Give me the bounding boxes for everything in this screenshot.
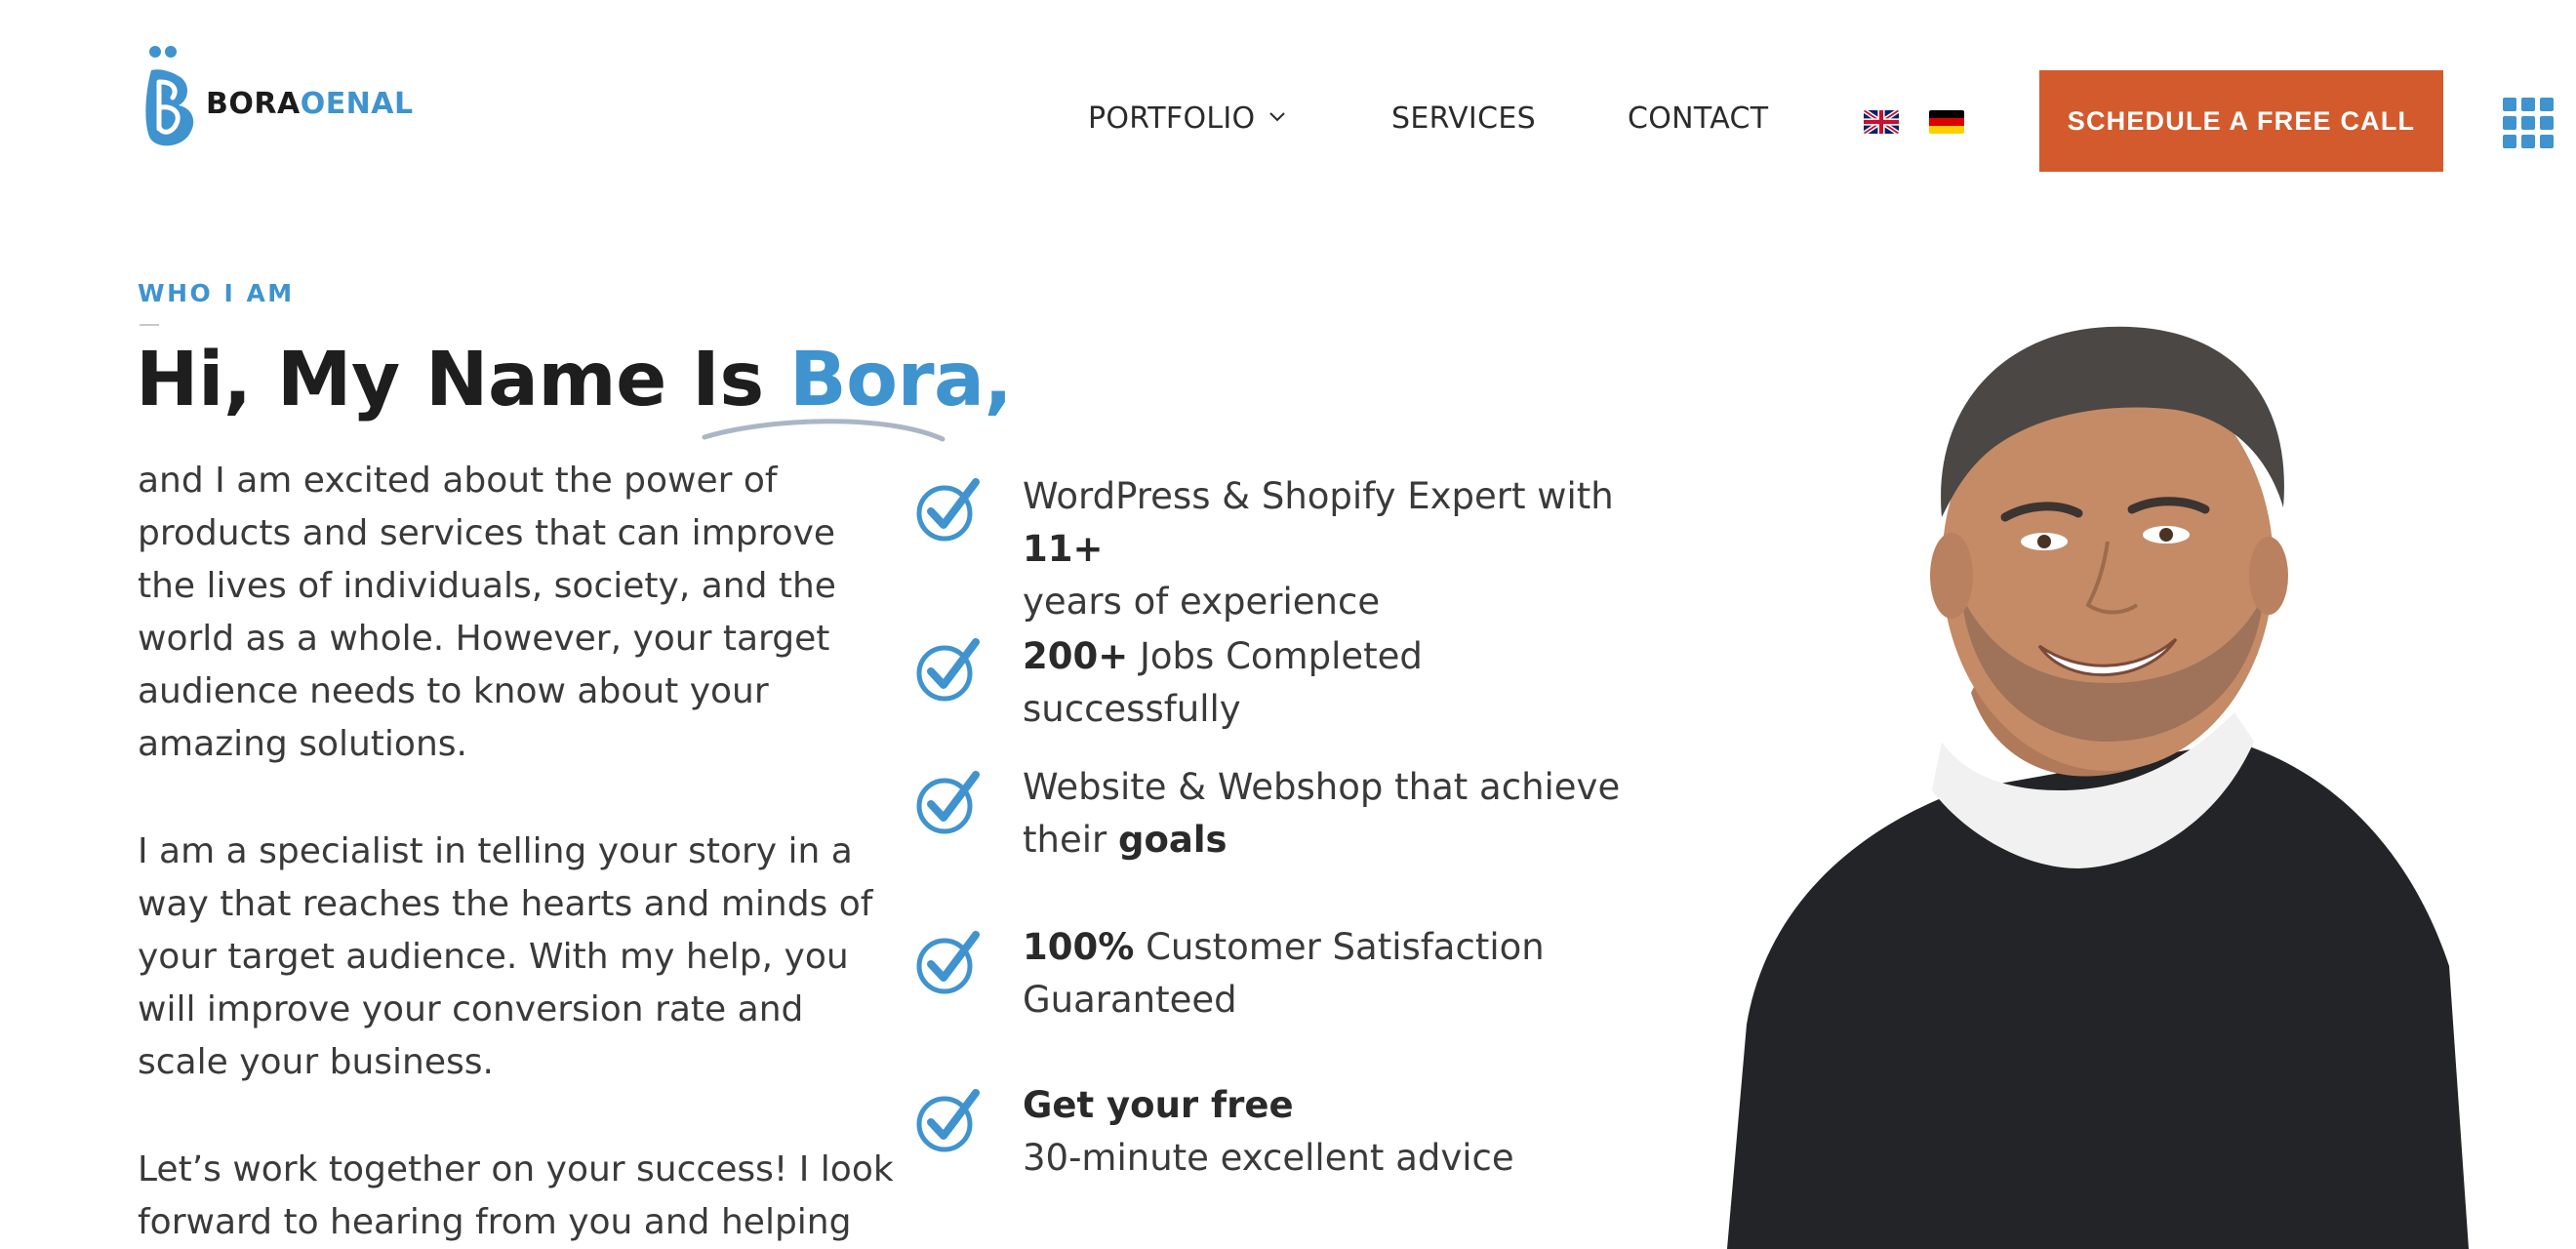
underline-swoosh [702, 419, 946, 442]
de-flag-icon[interactable] [1929, 110, 1964, 134]
profile-photo [1727, 326, 2469, 1249]
site-logo[interactable]: BORAOENAL [141, 43, 414, 150]
checkmark-icon [916, 931, 980, 994]
nav-portfolio[interactable]: PORTFOLIO [1088, 101, 1286, 136]
site-header: BORAOENAL PORTFOLIO SERVICES CONTACT SCH… [0, 0, 2576, 185]
eyebrow-divider [140, 324, 159, 326]
checklist-text: WordPress & Shopify Expert with 11+ year… [1023, 475, 1614, 623]
intro-paragraph-3: Let’s work together on your success! I l… [138, 1149, 894, 1242]
nav-portfolio-label: PORTFOLIO [1088, 101, 1256, 136]
intro-paragraph-2: I am a specialist in telling your story … [138, 831, 873, 1082]
logo-text-part1: BORA [206, 86, 301, 121]
logo-mark-icon [145, 46, 194, 146]
schedule-call-button[interactable]: SCHEDULE A FREE CALL [2039, 70, 2443, 172]
checkmark-icon [916, 771, 980, 834]
checklist-text: Website & Webshop that achieve their goa… [1023, 766, 1621, 861]
checkmark-icon [916, 478, 980, 542]
headline-prefix: Hi, My Name Is [136, 337, 789, 423]
checklist-text: 100% Customer Satisfaction Guaranteed [1023, 926, 1545, 1021]
checkmark-icon [916, 1089, 980, 1152]
nav-contact[interactable]: CONTACT [1628, 101, 1768, 136]
chevron-down-icon [1269, 111, 1286, 121]
uk-flag-icon[interactable] [1864, 110, 1899, 134]
checklist-text: 200+ Jobs Completed successfully [1023, 635, 1423, 730]
checklist-text: Get your free 30-minute excellent advice [1023, 1084, 1514, 1179]
checkmark-icon [916, 638, 980, 702]
nav-services[interactable]: SERVICES [1391, 101, 1536, 136]
section-eyebrow: WHO I AM [138, 279, 295, 307]
grid-menu-icon[interactable] [2503, 98, 2554, 148]
logo-text-part2: OENAL [300, 86, 414, 121]
intro-paragraph-1: and I am excited about the power of prod… [138, 461, 836, 764]
logo-wordmark: BORAOENAL [206, 87, 414, 121]
